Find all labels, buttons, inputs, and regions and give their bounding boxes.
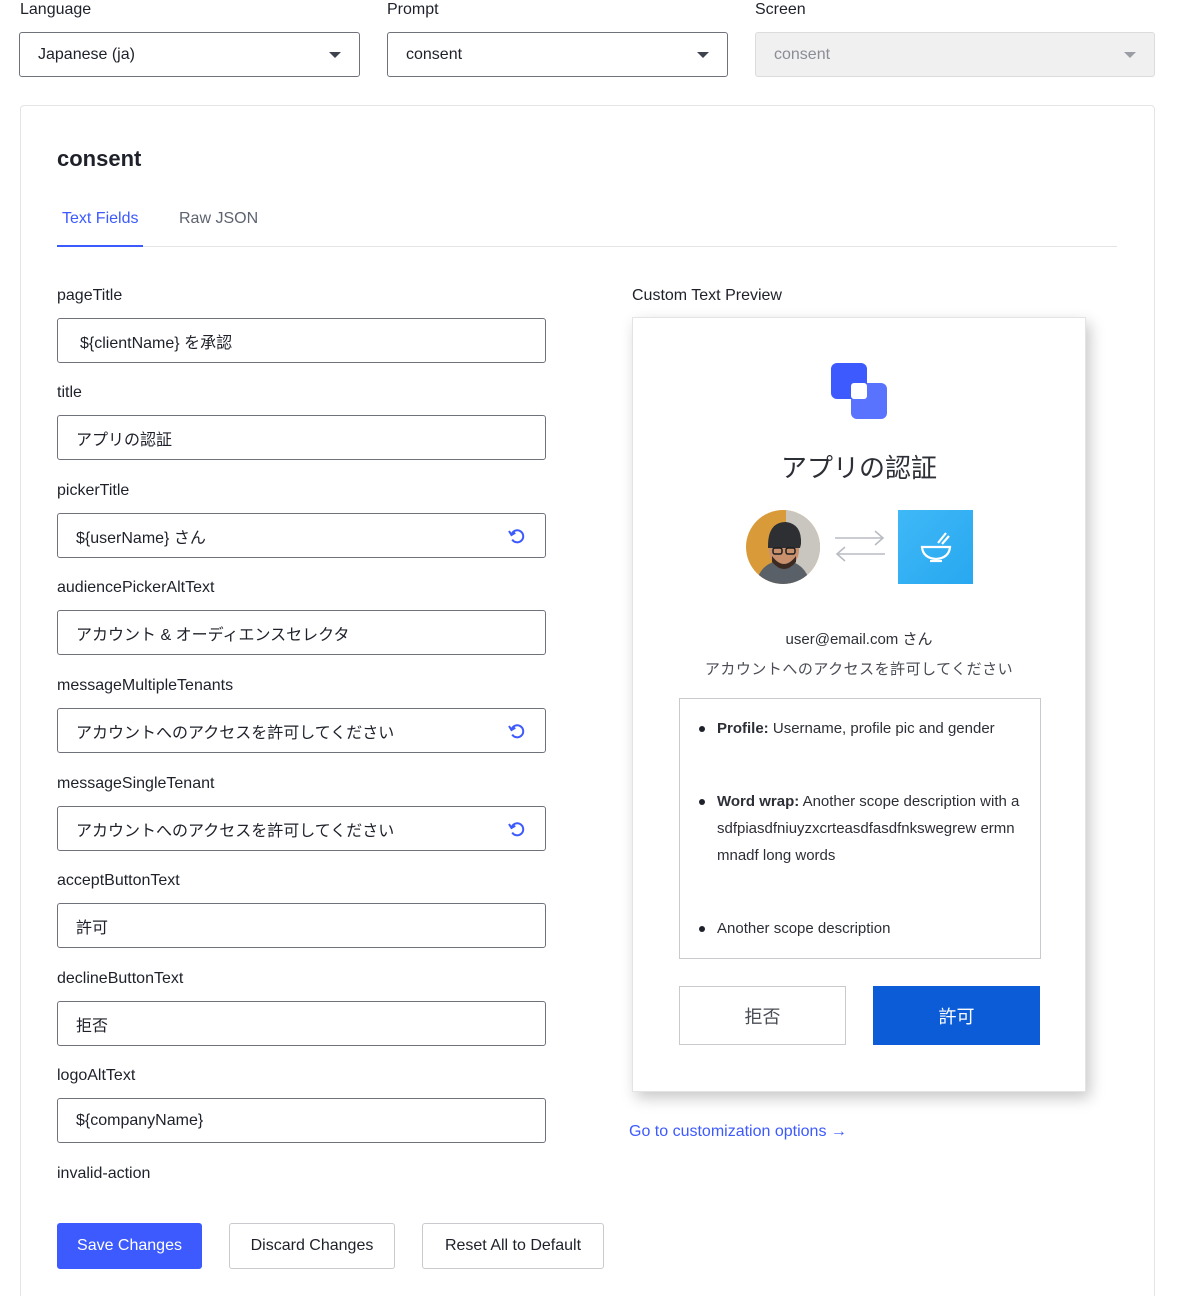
field-value: 許可 (76, 919, 109, 937)
scope-description: Another scope description (717, 920, 891, 937)
field-input[interactable]: 許可 (57, 903, 546, 948)
scope-item: Profile: Username, profile pic and gende… (699, 715, 1022, 742)
app-icon (898, 510, 973, 584)
chevron-down-icon (329, 51, 341, 58)
field-value: ${userName} さん (76, 529, 206, 547)
field-input[interactable]: アカウント & オーディエンスセレクタ (57, 610, 546, 655)
tab-raw-json[interactable]: Raw JSON (179, 210, 258, 228)
customization-options-link[interactable]: Go to customization options → (629, 1123, 847, 1141)
field-input[interactable]: アプリの認証 (57, 415, 546, 460)
language-label: Language (20, 1, 92, 18)
tab-text-fields[interactable]: Text Fields (56, 210, 144, 247)
chevron-down-icon (1124, 51, 1136, 58)
field-label: messageSingleTenant (57, 775, 215, 792)
field-label: pickerTitle (57, 482, 130, 499)
chevron-down-icon (697, 51, 709, 58)
bowl-icon (920, 532, 951, 563)
field-label: declineButtonText (57, 970, 184, 987)
preview-title: アプリの認証 (780, 453, 937, 483)
field-label: messageMultipleTenants (57, 677, 234, 694)
scope-name: Profile: (717, 720, 769, 737)
reset-icon[interactable] (507, 721, 527, 741)
field-label: audiencePickerAltText (57, 579, 215, 596)
field-label: title (57, 384, 82, 401)
screen-label: Screen (755, 1, 806, 18)
preview-message: アカウントへのアクセスを許可してください (704, 661, 1014, 678)
scope-description: Username, profile pic and gender (772, 720, 995, 737)
field-label: logoAltText (57, 1067, 136, 1084)
prompt-select-value: consent (406, 45, 463, 63)
field-input[interactable]: アカウントへのアクセスを許可してください (57, 806, 546, 851)
field-input[interactable]: ${clientName} を承認 (57, 318, 546, 363)
scope-item: Another scope description (699, 915, 1022, 942)
preview-user: user@email.com さん (785, 631, 933, 648)
language-select[interactable]: Japanese (ja) (19, 32, 360, 77)
screen-select: consent (755, 32, 1155, 77)
app-logo-icon (831, 363, 887, 419)
invalid-action-label: invalid-action (57, 1165, 151, 1182)
field-value: アプリの認証 (76, 431, 173, 449)
field-value: アカウントへのアクセスを許可してください (76, 822, 395, 840)
field-input[interactable]: ${companyName} (57, 1098, 546, 1143)
field-input[interactable]: アカウントへのアクセスを許可してください (57, 708, 546, 753)
avatar (746, 510, 820, 584)
reset-all-button[interactable]: Reset All to Default (422, 1223, 604, 1269)
card-title: consent (57, 146, 142, 171)
tab-bar: Text Fields Raw JSON (56, 200, 1117, 247)
reset-icon[interactable] (507, 526, 527, 546)
preview-label: Custom Text Preview (632, 287, 782, 304)
field-label: pageTitle (57, 287, 123, 304)
field-value: ${companyName} (76, 1111, 204, 1129)
field-value: アカウントへのアクセスを許可してください (76, 724, 395, 742)
language-select-value: Japanese (ja) (38, 45, 135, 63)
field-input[interactable]: ${userName} さん (57, 513, 546, 558)
field-input[interactable]: 拒否 (57, 1001, 546, 1046)
arrows-exchange-icon (835, 530, 885, 562)
preview-accept-button[interactable]: 許可 (873, 986, 1040, 1045)
field-value: アカウント & オーディエンスセレクタ (76, 626, 350, 644)
field-value: 拒否 (76, 1017, 109, 1035)
field-value: ${clientName} を承認 (80, 334, 233, 352)
prompt-select[interactable]: consent (387, 32, 728, 77)
preview-panel: アプリの認証 user@email.com さん アカウントへのアクセスを許可し… (632, 317, 1086, 1092)
scope-item: Word wrap: Another scope description wit… (699, 788, 1022, 869)
save-changes-button[interactable]: Save Changes (57, 1223, 202, 1269)
screen-select-value: consent (774, 45, 831, 63)
field-label: acceptButtonText (57, 872, 180, 889)
scope-list: Profile: Username, profile pic and gende… (679, 698, 1041, 959)
prompt-label: Prompt (387, 1, 439, 18)
scope-name: Word wrap: (717, 793, 800, 810)
discard-changes-button[interactable]: Discard Changes (229, 1223, 395, 1269)
preview-decline-button[interactable]: 拒否 (679, 986, 846, 1045)
reset-icon[interactable] (507, 819, 527, 839)
